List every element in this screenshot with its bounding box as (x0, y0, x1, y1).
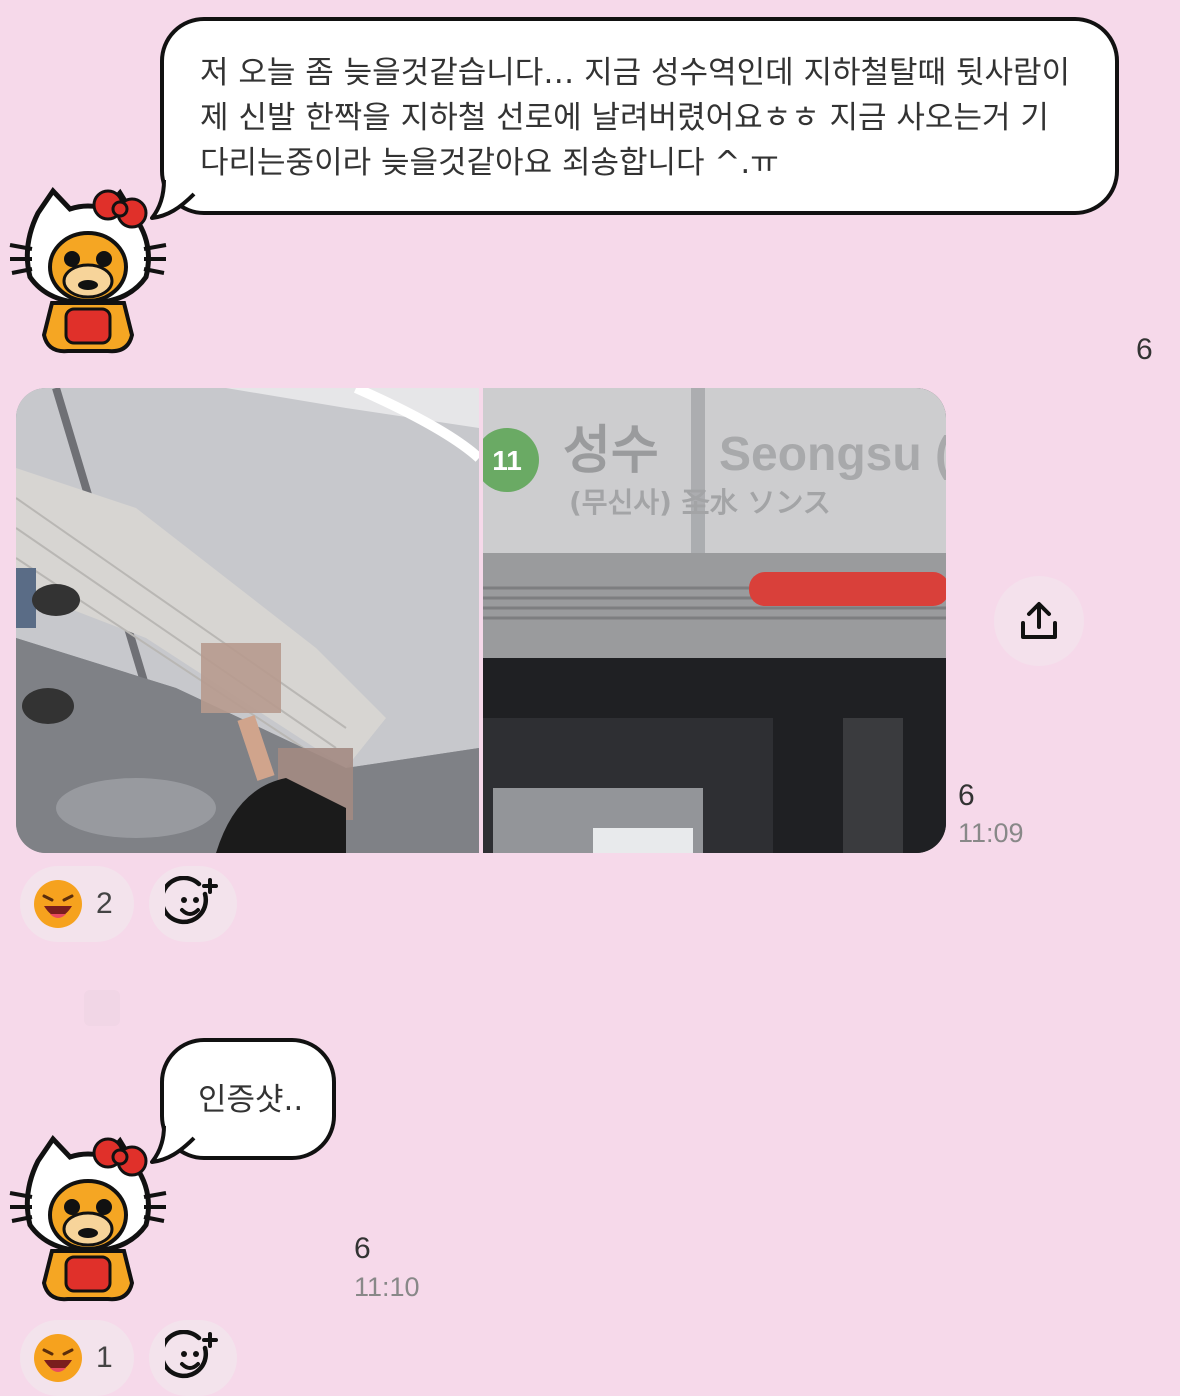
message-text: 인증샷.. (198, 1082, 304, 1118)
avatar-icon[interactable] (8, 1133, 168, 1303)
share-upload-icon (1021, 602, 1057, 639)
unread-count: 6 (958, 779, 975, 812)
laughing-face-emoji-icon (34, 880, 82, 928)
reaction-count: 1 (96, 1341, 113, 1374)
reaction-count: 2 (96, 887, 113, 920)
add-emoji-icon (165, 876, 218, 925)
add-emoji-icon (165, 1330, 218, 1379)
reaction-chip[interactable]: 1 (20, 1320, 134, 1396)
share-button[interactable] (994, 576, 1084, 666)
add-reaction-button[interactable] (149, 1320, 237, 1396)
divider-placeholder (84, 990, 120, 1026)
message-time: 11:10 (354, 1272, 420, 1302)
add-reaction-button[interactable] (149, 866, 237, 942)
message-line: 다리는중이라 늦을것같아요 죄송합니다 ^.ㅠ (200, 145, 779, 181)
laughing-face-emoji-icon (34, 1334, 82, 1382)
message-time: 11:09 (958, 818, 1024, 848)
unread-count: 6 (354, 1232, 371, 1265)
reaction-chip[interactable]: 2 (20, 866, 134, 942)
photo-station-sign[interactable]: 11 성수 Seongsu ( (무신사) 圣水 ソンス (483, 388, 946, 853)
line-number-badge: 11 (492, 445, 522, 476)
unread-count: 6 (1136, 333, 1153, 366)
message-line: 저 오늘 좀 늦을것같습니다… 지금 성수역인데 지하철탈때 뒷사람이 (200, 55, 1071, 91)
photo-attachment-group[interactable]: 11 성수 Seongsu ( (무신사) 圣水 ソンス (16, 388, 946, 853)
station-name-en: Seongsu ( (719, 428, 946, 481)
photo-subway-floor[interactable] (16, 388, 479, 853)
station-name-kr: 성수 (563, 421, 659, 481)
avatar-icon[interactable] (8, 185, 168, 355)
station-name-sub: (무신사) 圣水 ソンス (569, 486, 831, 519)
message-line: 제 신발 한짝을 지하철 선로에 날려버렸어요ㅎㅎ 지금 사오는거 기 (200, 100, 1049, 136)
message-bubble-1[interactable]: 저 오늘 좀 늦을것같습니다… 지금 성수역인데 지하철탈때 뒷사람이 제 신발… (160, 17, 1119, 215)
